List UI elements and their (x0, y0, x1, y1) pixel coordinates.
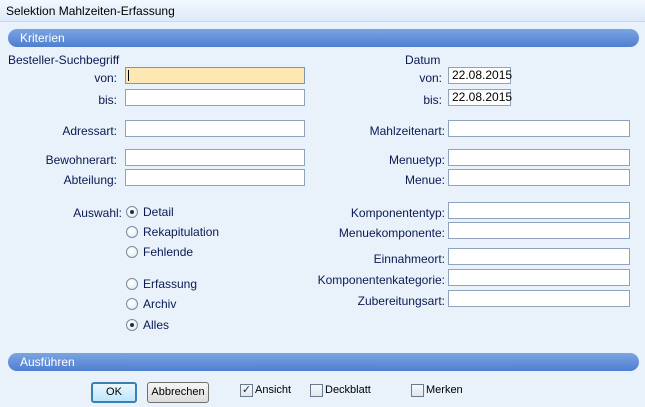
checkbox-label: Ansicht (255, 384, 292, 396)
abteilung-label: Abteilung: (63, 173, 117, 187)
mahlzeitenart-label: Mahlzeitenart: (369, 124, 445, 138)
menue-label: Menue: (404, 173, 445, 187)
radio-button[interactable] (126, 246, 138, 258)
bewohnerart-label: Bewohnerart: (45, 153, 117, 167)
radio-label: Rekapitulation (143, 225, 220, 239)
adressart-input[interactable] (125, 120, 305, 137)
einnahmeort-label: Einnahmeort: (373, 252, 445, 266)
datum-von-label: von: (419, 71, 442, 85)
besteller-bis-label: bis: (98, 93, 117, 107)
ok-button[interactable]: OK (91, 382, 137, 403)
radio-button[interactable] (126, 226, 138, 238)
radio-label: Fehlende (143, 245, 194, 259)
radio-label: Archiv (143, 297, 177, 311)
zubereitungsart-input[interactable] (448, 290, 630, 307)
section-kriterien: Kriterien (8, 29, 639, 47)
mahlzeitenart-input[interactable] (448, 120, 630, 137)
window-title: Selektion Mahlzeiten-Erfassung (6, 4, 175, 18)
radio-button-checked[interactable] (126, 206, 138, 218)
checkbox-label: Deckblatt (325, 384, 371, 396)
einnahmeort-input[interactable] (448, 248, 630, 265)
adressart-label: Adressart: (62, 124, 117, 138)
datum-bis-label: bis: (423, 93, 442, 107)
menuekomponente-label: Menuekomponente: (338, 226, 445, 240)
besteller-bis-input[interactable] (125, 89, 305, 106)
radio-button[interactable] (126, 298, 138, 310)
komponententyp-input[interactable] (448, 202, 630, 219)
menuekomponente-input[interactable] (448, 222, 630, 239)
datum-von-input[interactable]: 22.08.2015 (448, 67, 512, 84)
komponentenkategorie-label: Komponentenkategorie: (317, 273, 445, 287)
section-ausfuehren: Ausführen (8, 353, 639, 371)
bewohnerart-input[interactable] (125, 149, 305, 166)
auswahl-label: Auswahl: (73, 206, 122, 220)
radio-label: Erfassung (143, 277, 198, 291)
besteller-von-input[interactable] (125, 67, 305, 84)
abteilung-input[interactable] (125, 169, 305, 186)
text-caret (128, 70, 129, 81)
checkbox-checked[interactable]: ✓ (240, 384, 253, 397)
radio-button[interactable] (126, 278, 138, 290)
besteller-heading: Besteller-Suchbegriff (8, 53, 120, 67)
checkbox[interactable] (310, 384, 323, 397)
komponentenkategorie-input[interactable] (448, 269, 630, 286)
radio-label: Detail (143, 205, 174, 219)
menuetyp-label: Menuetyp: (388, 153, 445, 167)
title-bar: Selektion Mahlzeiten-Erfassung (0, 0, 645, 22)
zubereitungsart-label: Zubereitungsart: (357, 294, 445, 308)
checkbox[interactable] (411, 384, 424, 397)
checkbox-label: Merken (426, 384, 463, 396)
datum-heading: Datum (405, 53, 441, 67)
datum-bis-input[interactable]: 22.08.2015 (448, 89, 512, 106)
menuetyp-input[interactable] (448, 149, 630, 166)
radio-button-checked[interactable] (126, 319, 138, 331)
cancel-button[interactable]: Abbrechen (147, 382, 209, 403)
besteller-von-label: von: (94, 71, 117, 85)
radio-label: Alles (143, 318, 170, 332)
menue-input[interactable] (448, 169, 630, 186)
komponententyp-label: Komponententyp: (350, 206, 445, 220)
